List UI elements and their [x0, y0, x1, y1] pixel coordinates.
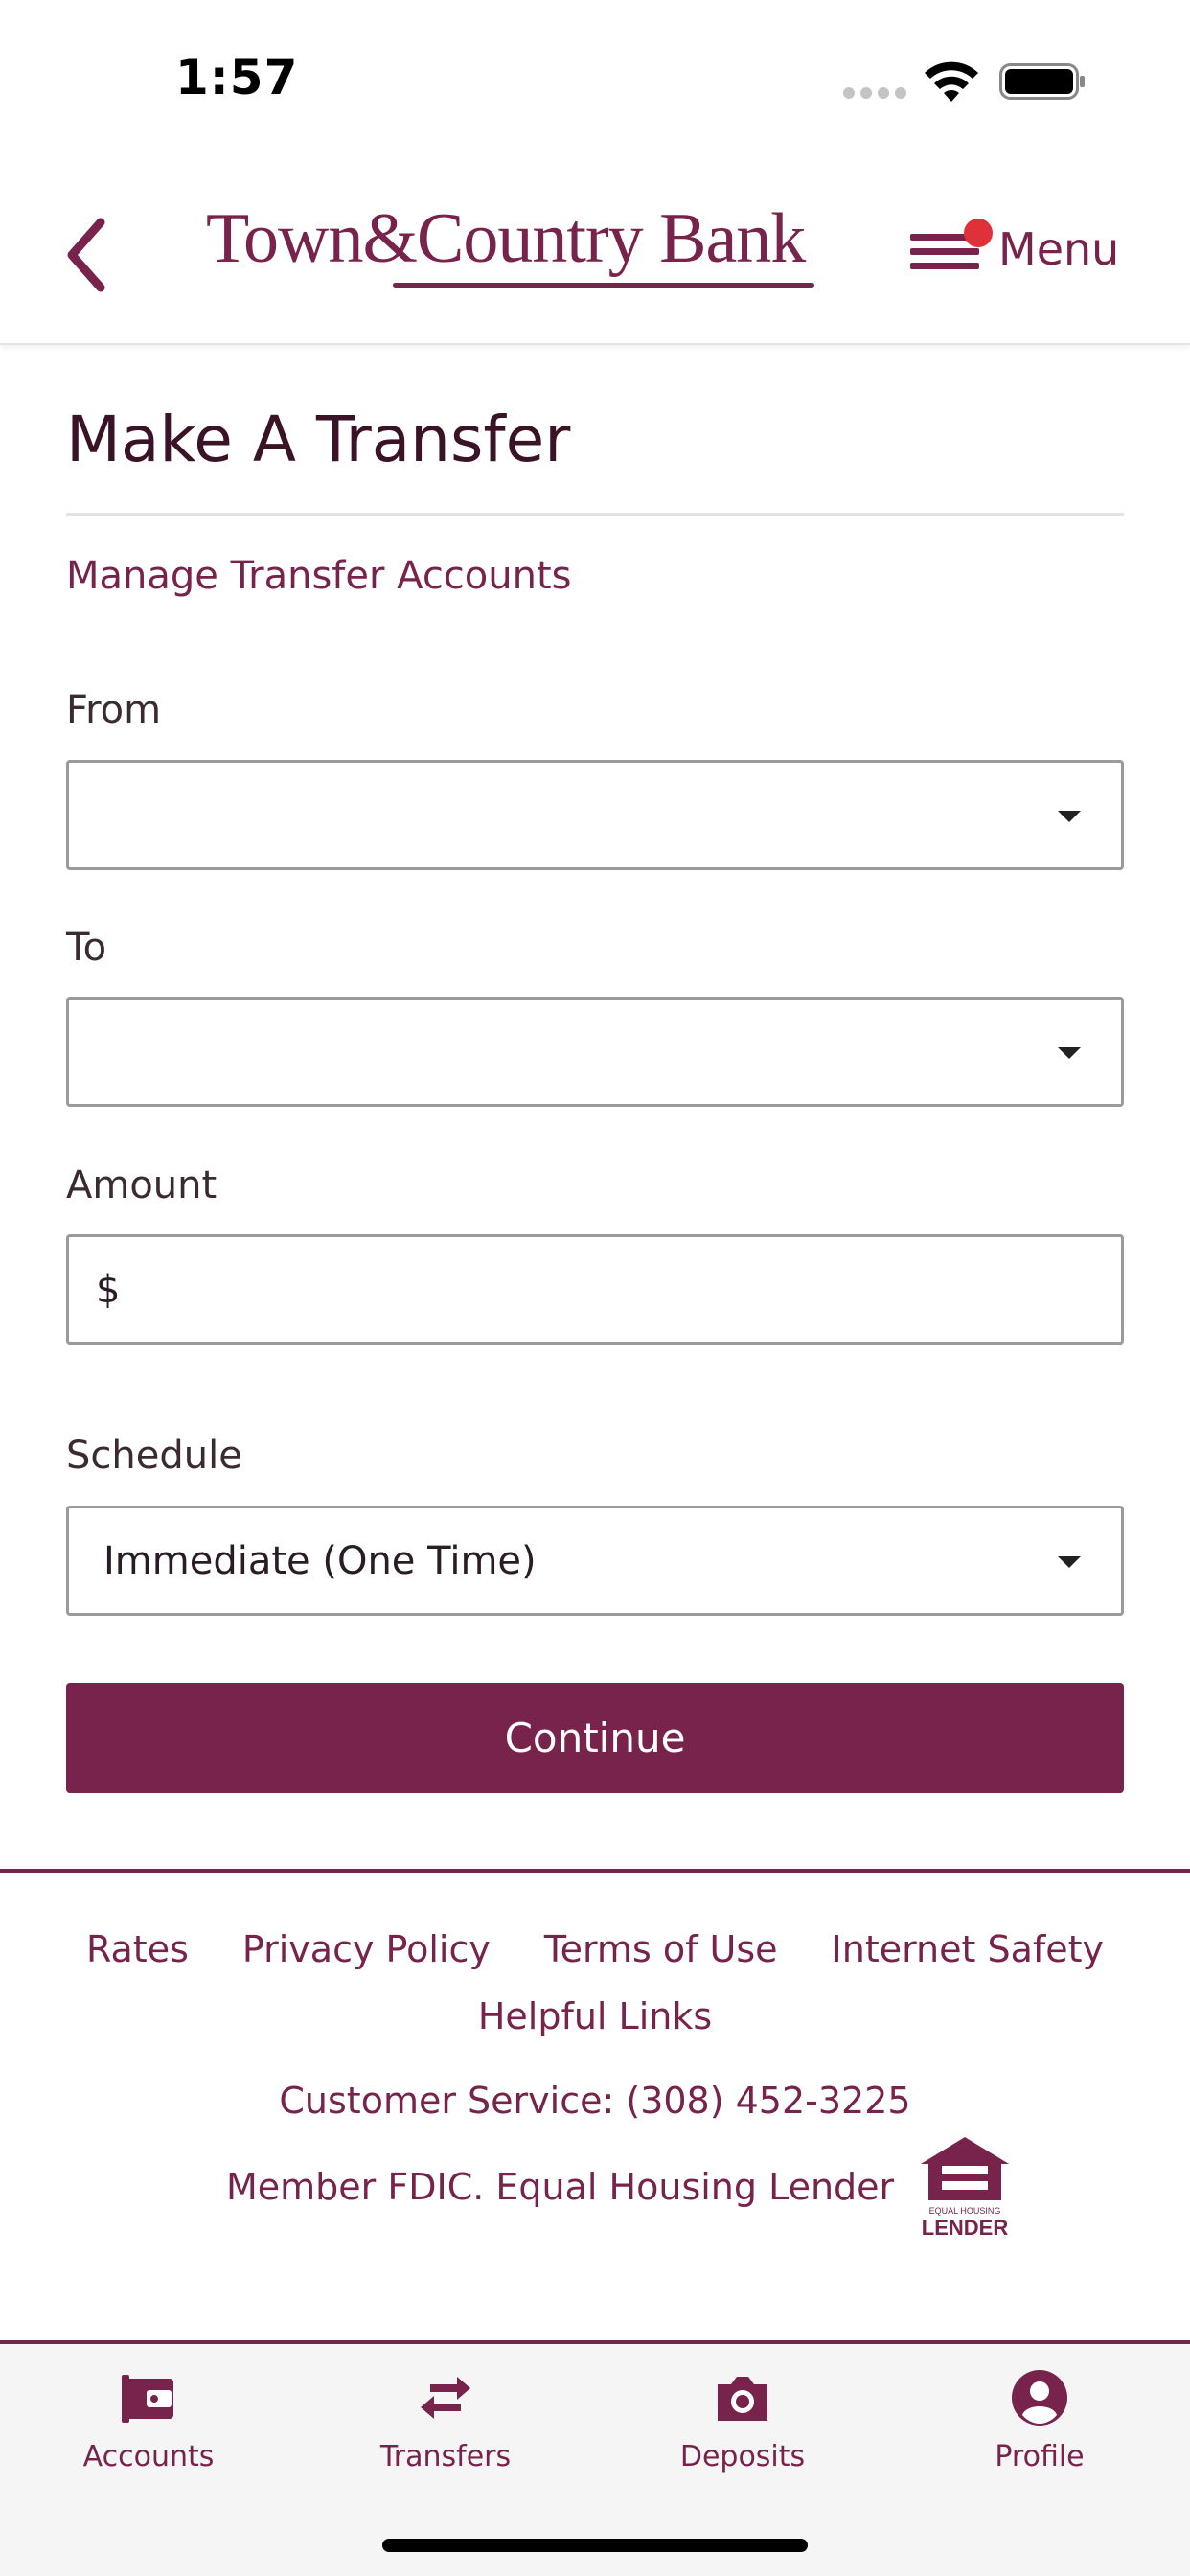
ehl-small-text: EQUAL HOUSING	[929, 2206, 1001, 2216]
terms-of-use-link[interactable]: Terms of Use	[544, 1928, 778, 1970]
schedule-select-value: Immediate (One Time)	[103, 1538, 537, 1583]
amount-label: Amount	[66, 1163, 217, 1208]
fdic-row: Member FDIC. Equal Housing Lender EQUAL …	[226, 2129, 1013, 2244]
currency-prefix: $	[96, 1267, 121, 1312]
footer-divider	[0, 1869, 1190, 1873]
page-title: Make A Transfer	[66, 402, 571, 476]
tab-transfers[interactable]: Transfers	[335, 2367, 556, 2501]
home-indicator[interactable]	[382, 2539, 808, 2552]
rates-link[interactable]: Rates	[86, 1928, 189, 1970]
caret-down-icon	[1058, 810, 1081, 822]
footer-links: Rates Privacy Policy Terms of Use Intern…	[0, 1928, 1190, 1970]
profile-icon	[1012, 2370, 1067, 2426]
hamburger-icon	[908, 218, 993, 276]
tab-accounts[interactable]: Accounts	[38, 2367, 259, 2501]
caret-down-icon	[1058, 1046, 1081, 1059]
from-label: From	[66, 688, 162, 732]
amount-input[interactable]	[136, 1247, 1094, 1333]
caret-down-icon	[1058, 1555, 1081, 1568]
logo-underline	[393, 283, 814, 288]
transfer-arrows-icon	[421, 2377, 470, 2419]
to-label: To	[66, 926, 107, 970]
tab-deposits-label: Deposits	[679, 2440, 806, 2473]
tab-profile-label: Profile	[995, 2440, 1085, 2473]
chevron-left-icon	[67, 218, 105, 292]
back-button[interactable]	[57, 212, 115, 298]
wallet-icon	[122, 2375, 173, 2423]
footer-links-row-2: Helpful Links	[0, 1995, 1190, 2037]
customer-service-phone[interactable]: Customer Service: (308) 452-3225	[0, 2080, 1190, 2122]
status-time: 1:57	[175, 50, 299, 105]
from-select[interactable]	[66, 760, 1124, 870]
menu-label: Menu	[998, 223, 1120, 275]
internet-safety-link[interactable]: Internet Safety	[832, 1928, 1105, 1970]
bank-logo-text: Town&Country Bank	[206, 199, 806, 278]
to-select[interactable]	[66, 997, 1124, 1107]
fdic-text: Member FDIC. Equal Housing Lender	[226, 2166, 895, 2208]
bank-logo: Town&Country Bank	[201, 196, 814, 302]
helpful-links-link[interactable]: Helpful Links	[478, 1995, 712, 2037]
notification-dot	[964, 218, 993, 247]
cellular-signal-icon	[843, 87, 906, 99]
ehl-lender-text: LENDER	[922, 2216, 1009, 2240]
title-divider	[66, 513, 1124, 516]
continue-button[interactable]: Continue	[66, 1683, 1124, 1793]
tab-accounts-label: Accounts	[82, 2440, 215, 2473]
schedule-select[interactable]: Immediate (One Time)	[66, 1506, 1124, 1616]
tab-transfers-label: Transfers	[379, 2440, 512, 2473]
app-header: Town&Country Bank Menu	[0, 158, 1190, 345]
battery-icon	[999, 63, 1085, 100]
schedule-label: Schedule	[66, 1434, 242, 1478]
camera-icon	[718, 2377, 767, 2421]
tab-deposits[interactable]: Deposits	[632, 2367, 853, 2501]
manage-transfer-accounts-link[interactable]: Manage Transfer Accounts	[66, 554, 572, 598]
privacy-policy-link[interactable]: Privacy Policy	[242, 1928, 491, 1970]
wifi-icon	[925, 61, 978, 102]
tab-profile[interactable]: Profile	[929, 2367, 1150, 2501]
menu-button[interactable]: Menu	[908, 206, 1129, 292]
status-bar: 1:57	[0, 0, 1190, 158]
equal-housing-lender-icon: EQUAL HOUSING LENDER	[921, 2137, 1010, 2240]
amount-field[interactable]: $	[66, 1234, 1124, 1345]
